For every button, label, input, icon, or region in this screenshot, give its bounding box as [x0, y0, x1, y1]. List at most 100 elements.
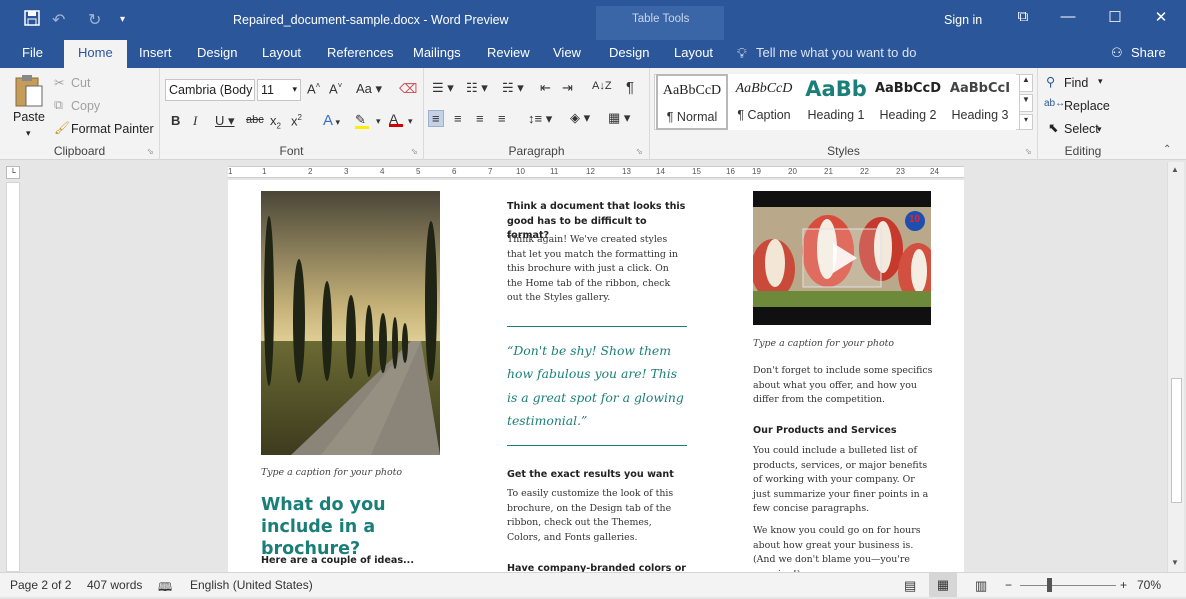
document-page[interactable]: Type a caption for your photo What do yo…	[228, 180, 964, 572]
shading-icon[interactable]: ◈ ▾	[570, 110, 590, 126]
proofing-icon[interactable]: 🕮︎	[158, 578, 172, 599]
zoom-in-icon[interactable]: +	[1120, 578, 1127, 592]
font-color-icon[interactable]: A	[389, 111, 403, 127]
styles-more-icon[interactable]: ▾	[1019, 114, 1033, 130]
cut-icon[interactable]: ✂	[54, 75, 64, 90]
web-layout-icon[interactable]: ▥	[975, 578, 987, 594]
road-photo[interactable]	[261, 191, 440, 455]
col2-paragraph-2[interactable]: To easily customize the look of this bro…	[507, 487, 687, 545]
tab-table-design[interactable]: Design	[609, 45, 649, 60]
strikethrough-icon[interactable]: abc	[246, 114, 264, 126]
col2-heading-2[interactable]: Get the exact results you want	[507, 468, 689, 483]
undo-icon[interactable]: ↶	[52, 10, 65, 30]
replace-button[interactable]: Replace	[1064, 99, 1110, 113]
col2-paragraph-1[interactable]: Think again! We've created styles that l…	[507, 233, 687, 306]
testimonial-quote[interactable]: “Don't be shy! Show them how fabulous yo…	[507, 339, 689, 432]
decrease-indent-icon[interactable]: ⇤	[540, 80, 551, 96]
styles-scroll-up-icon[interactable]: ▲	[1019, 74, 1033, 92]
page-count[interactable]: Page 2 of 2	[10, 578, 71, 592]
bullets-icon[interactable]: ☰ ▾	[432, 80, 454, 96]
styles-scroll-down-icon[interactable]: ▼	[1019, 94, 1033, 112]
paste-dropdown-icon[interactable]: ▾	[26, 128, 31, 139]
sort-icon[interactable]: A↓Z	[592, 80, 612, 92]
font-size-box[interactable]: 11 ▾	[257, 79, 301, 101]
zoom-slider-handle[interactable]	[1047, 578, 1052, 592]
font-color-dropdown-icon[interactable]: ▾	[408, 116, 413, 127]
increase-indent-icon[interactable]: ⇥	[562, 80, 573, 96]
format-painter-icon[interactable]: 🖌︎	[54, 121, 70, 136]
tab-mailings[interactable]: Mailings	[413, 45, 461, 60]
scroll-up-icon[interactable]: ▲	[1171, 165, 1179, 174]
ideas-subheading[interactable]: Here are a couple of ideas...	[261, 554, 414, 569]
col3-paragraph-3[interactable]: We know you could go on for hours about …	[753, 524, 935, 572]
text-effects-icon[interactable]: A ▾	[323, 112, 340, 129]
close-icon[interactable]: ✕	[1138, 8, 1184, 26]
find-icon[interactable]: ⚲	[1046, 74, 1055, 89]
font-name-box[interactable]: Cambria (Body	[165, 79, 255, 101]
share-button[interactable]: Share	[1131, 45, 1166, 60]
tell-me-box[interactable]: Tell me what you want to do	[756, 45, 916, 60]
format-painter-button[interactable]: Format Painter	[71, 122, 154, 136]
save-icon[interactable]	[24, 10, 40, 31]
cut-button[interactable]: Cut	[71, 76, 90, 90]
style-heading-1[interactable]: AaBb Heading 1	[800, 74, 872, 130]
multilevel-list-icon[interactable]: ☵ ▾	[502, 80, 524, 96]
bold-icon[interactable]: B	[171, 113, 180, 128]
word-count[interactable]: 407 words	[87, 578, 142, 592]
tab-home[interactable]: Home	[64, 40, 127, 69]
line-spacing-icon[interactable]: ↕≡ ▾	[528, 111, 552, 127]
paste-icon[interactable]	[14, 74, 44, 113]
col3-paragraph-1[interactable]: Don't forget to include some specifics a…	[753, 364, 935, 408]
clear-formatting-icon[interactable]: ⌫	[399, 81, 417, 97]
paragraph-launcher-icon[interactable]: ⬂	[636, 147, 643, 156]
style-caption[interactable]: AaBbCcD ¶ Caption	[728, 74, 800, 130]
align-left-icon[interactable]: ≡	[428, 110, 444, 127]
styles-launcher-icon[interactable]: ⬂	[1025, 147, 1032, 156]
superscript-icon[interactable]: x2	[291, 113, 302, 128]
tab-design[interactable]: Design	[197, 45, 237, 60]
brochure-heading[interactable]: What do you include in a brochure?	[261, 494, 451, 560]
select-button[interactable]: Select	[1064, 122, 1099, 136]
print-layout-icon[interactable]: ▦	[929, 573, 957, 597]
font-launcher-icon[interactable]: ⬂	[411, 147, 418, 156]
tab-table-layout[interactable]: Layout	[674, 45, 713, 60]
customize-toolbar-icon[interactable]: ▾	[120, 14, 125, 25]
ribbon-display-icon[interactable]: ⧉	[1000, 8, 1046, 25]
redo-icon[interactable]: ↻	[88, 10, 101, 30]
minimize-icon[interactable]: —	[1045, 8, 1091, 25]
select-dropdown-icon[interactable]: ▾	[1097, 124, 1102, 135]
zoom-out-icon[interactable]: −	[1005, 578, 1012, 592]
language-indicator[interactable]: English (United States)	[190, 578, 313, 592]
style-heading-3[interactable]: AaBbCcI Heading 3	[944, 74, 1016, 130]
col2-heading-3[interactable]: Have company-branded colors or	[507, 562, 689, 572]
document-area[interactable]: Type a caption for your photo What do yo…	[22, 180, 1166, 572]
find-button[interactable]: Find	[1064, 76, 1088, 90]
grow-font-icon[interactable]: A˄	[307, 81, 320, 96]
style-heading-2[interactable]: AaBbCcD Heading 2	[872, 74, 944, 130]
tab-selector-icon[interactable]: └	[6, 166, 20, 179]
select-icon[interactable]: ⬉	[1048, 120, 1058, 135]
collapse-ribbon-icon[interactable]: ⌃	[1163, 144, 1171, 155]
tab-insert[interactable]: Insert	[139, 45, 172, 60]
change-case-icon[interactable]: Aa ▾	[356, 81, 382, 97]
maximize-icon[interactable]: ☐	[1092, 8, 1138, 26]
tab-file[interactable]: File	[22, 45, 43, 60]
style-normal[interactable]: AaBbCcD ¶ Normal	[656, 74, 728, 130]
col3-heading-1[interactable]: Our Products and Services	[753, 424, 935, 439]
share-icon[interactable]: ⚇	[1111, 45, 1123, 61]
replace-icon[interactable]: ab↔	[1044, 98, 1065, 109]
horizontal-ruler[interactable]: 11234567101112131415161920212223242526	[228, 166, 964, 178]
numbering-icon[interactable]: ☷ ▾	[466, 80, 488, 96]
read-mode-icon[interactable]: ▤	[904, 578, 916, 594]
copy-button[interactable]: Copy	[71, 99, 100, 113]
underline-icon[interactable]: U ▾	[215, 113, 235, 129]
italic-icon[interactable]: I	[193, 113, 197, 129]
highlight-icon[interactable]: ✎	[355, 112, 369, 129]
clipboard-launcher-icon[interactable]: ⬂	[147, 147, 154, 156]
find-dropdown-icon[interactable]: ▾	[1098, 76, 1103, 87]
video-thumbnail[interactable]: 10	[753, 191, 931, 325]
sign-in-link[interactable]: Sign in	[944, 13, 982, 27]
scroll-down-icon[interactable]: ▼	[1171, 558, 1179, 567]
align-center-icon[interactable]: ≡	[454, 111, 462, 126]
tab-view[interactable]: View	[553, 45, 581, 60]
